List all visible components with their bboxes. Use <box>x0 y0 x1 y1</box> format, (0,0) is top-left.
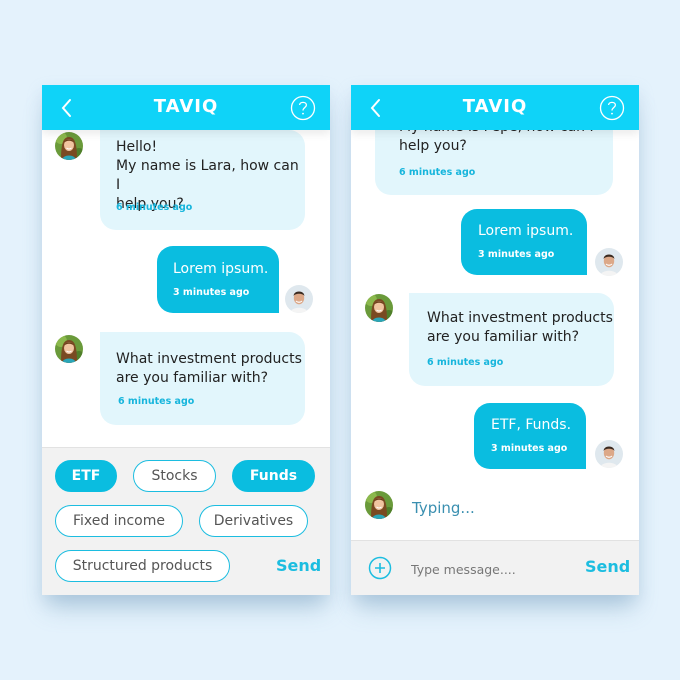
message-timestamp: 3 minutes ago <box>173 287 250 298</box>
option-structured-products[interactable]: Structured products <box>55 550 230 582</box>
avatar-user <box>595 248 623 276</box>
option-etf[interactable]: ETF <box>55 460 117 492</box>
avatar-lara <box>55 132 83 160</box>
option-stocks[interactable]: Stocks <box>133 460 216 492</box>
user-message: Lorem ipsum. 3 minutes ago <box>157 246 279 313</box>
message-text: What investment products are you familia… <box>427 309 613 347</box>
send-button[interactable]: Send <box>585 557 630 576</box>
message-text: Lorem ipsum. <box>173 261 269 277</box>
bot-message: What investment products are you familia… <box>100 332 305 425</box>
add-attachment-button[interactable] <box>368 556 392 580</box>
app-header: TAVIQ <box>351 85 639 130</box>
message-timestamp: 6 minutes ago <box>399 167 476 178</box>
message-timestamp: 3 minutes ago <box>478 249 555 260</box>
bot-message: What investment products are you familia… <box>409 293 614 386</box>
user-message: ETF, Funds. 3 minutes ago <box>474 403 586 469</box>
question-circle-icon <box>599 95 625 121</box>
avatar-lara <box>55 335 83 363</box>
help-button[interactable] <box>290 95 316 121</box>
message-text: ETF, Funds. <box>491 417 572 433</box>
quick-reply-options: ETF Stocks Funds Fixed income Derivative… <box>42 447 330 595</box>
message-input-bar: Send <box>351 540 639 595</box>
message-timestamp: 6 minutes ago <box>116 202 193 213</box>
chat-screen-left: TAVIQ Hello! My name is Lara, how can I … <box>42 85 330 595</box>
app-header: TAVIQ <box>42 85 330 130</box>
message-input[interactable] <box>409 557 573 581</box>
message-timestamp: 6 minutes ago <box>118 396 195 407</box>
avatar-user <box>285 285 313 313</box>
app-title: TAVIQ <box>462 96 528 117</box>
message-line: are you familiar with? <box>427 329 579 345</box>
message-line: My name is Lara, how can I <box>116 158 299 193</box>
message-text: What investment products are you familia… <box>116 350 302 388</box>
chat-screen-right: TAVIQ My name is Pepe, how can I help yo… <box>351 85 639 595</box>
option-fixed-income[interactable]: Fixed income <box>55 505 183 537</box>
bot-message: Hello! My name is Lara, how can I help y… <box>100 130 305 230</box>
message-line: Hello! <box>116 139 158 155</box>
user-message: Lorem ipsum. 3 minutes ago <box>461 209 587 275</box>
message-line: What investment products <box>427 310 613 326</box>
typing-indicator: Typing... <box>412 499 475 517</box>
message-line: What investment products <box>116 351 302 367</box>
app-title: TAVIQ <box>153 96 219 117</box>
avatar-lara <box>365 491 393 519</box>
avatar-lara <box>365 294 393 322</box>
option-derivatives[interactable]: Derivatives <box>199 505 308 537</box>
question-circle-icon <box>290 95 316 121</box>
message-timestamp: 6 minutes ago <box>427 357 504 368</box>
message-line: are you familiar with? <box>116 370 268 386</box>
message-timestamp: 3 minutes ago <box>491 443 568 454</box>
help-button[interactable] <box>599 95 625 121</box>
message-text: Lorem ipsum. <box>478 223 574 239</box>
plus-circle-icon <box>368 556 392 580</box>
message-line: help you? <box>399 138 467 154</box>
send-button[interactable]: Send <box>276 556 321 575</box>
option-funds[interactable]: Funds <box>232 460 315 492</box>
avatar-user <box>595 440 623 468</box>
